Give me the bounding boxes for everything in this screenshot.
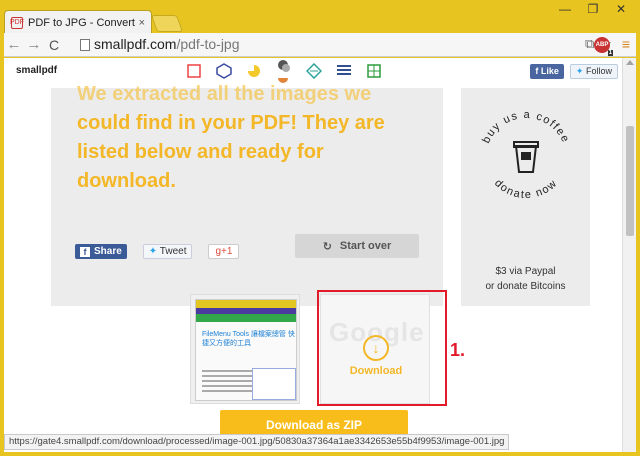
twitter-icon: ✦ — [148, 246, 158, 257]
coffee-ring-top: buy us a coffee — [480, 109, 570, 145]
minimize-button[interactable]: — — [556, 2, 574, 16]
url-text[interactable]: smallpdf.com/pdf-to-jpg — [94, 36, 240, 52]
highlight-box — [317, 290, 447, 406]
abp-badge: 1 — [607, 50, 613, 56]
chrome-menu-icon[interactable]: ≡ — [622, 36, 630, 52]
new-tab-button[interactable] — [150, 15, 184, 32]
tool-icons — [184, 60, 384, 83]
refresh-icon: ↻ — [322, 240, 332, 253]
smallpdf-logo[interactable]: smallpdf — [16, 65, 57, 76]
browser-toolbar: ← → C smallpdf.com/pdf-to-jpg ⧉ ☆ ABP 1 ≡ — [4, 33, 636, 57]
grid-tool-icon[interactable] — [364, 62, 384, 80]
page-viewport: smallpdf f Like ✦ Follow We extracted al… — [4, 58, 622, 452]
thumbnail-1-title: FileMenu Tools 讓檔案總管 快捷又方便的工具 — [202, 331, 295, 347]
browser-window: PDF PDF to JPG - Convert yo × — ❐ ✕ ← → … — [0, 0, 640, 456]
tweet-button[interactable]: ✦ Tweet — [142, 244, 193, 259]
step-annotation: 1. — [450, 340, 466, 360]
twitter-bird-icon: ✦ — [575, 66, 584, 76]
result-card: We extracted all the images we could fin… — [51, 83, 443, 306]
start-over-label: Start over — [339, 240, 392, 252]
headline-faded-line: We extracted all the images we — [77, 83, 372, 105]
text-tool-icon[interactable] — [334, 62, 354, 80]
url-host: smallpdf.com — [94, 36, 177, 52]
coffee-donation-card[interactable]: buy us a coffee donate now $3 via Paypal… — [461, 88, 590, 306]
pdf-favicon-icon: PDF — [10, 16, 24, 29]
back-button[interactable]: ← — [4, 36, 24, 53]
tweet-label: Tweet — [159, 246, 187, 257]
adblock-extension[interactable]: ABP 1 — [594, 37, 613, 56]
merge-tool-icon[interactable] — [244, 62, 264, 80]
thumbnail-1-preview: FileMenu Tools 讓檔案總管 快捷又方便的工具 — [195, 299, 297, 401]
status-bar-url: https://gate4.smallpdf.com/download/proc… — [4, 434, 510, 450]
scroll-up-icon[interactable] — [626, 60, 634, 65]
maximize-button[interactable]: ❐ — [584, 2, 602, 16]
result-headline: We extracted all the images we could fin… — [77, 80, 397, 196]
split-tool-icon[interactable] — [274, 60, 294, 83]
adblock-icon[interactable]: ABP 1 — [594, 37, 613, 56]
start-over-button[interactable]: ↻ Start over — [295, 234, 419, 258]
follow-label: Follow — [585, 66, 612, 76]
bitcoin-line: or donate Bitcoins — [485, 281, 566, 292]
coffee-cup-icon: buy us a coffee donate now — [480, 109, 572, 201]
url-path: /pdf-to-jpg — [176, 36, 240, 52]
compress-tool-icon[interactable] — [214, 62, 234, 80]
image-thumbnail-1[interactable]: FileMenu Tools 讓檔案總管 快捷又方便的工具 — [190, 294, 300, 404]
reload-button[interactable]: C — [44, 37, 64, 53]
social-top: f Like ✦ Follow — [530, 64, 618, 79]
vertical-scrollbar[interactable] — [622, 58, 636, 452]
coffee-caption: $3 via Paypal or donate Bitcoins — [461, 264, 590, 294]
coffee-ring-bottom: donate now — [492, 177, 558, 201]
pdf-tool-icon[interactable] — [184, 62, 204, 80]
paypal-line: $3 via Paypal — [495, 266, 556, 277]
facebook-share-button[interactable]: f Share — [75, 244, 127, 259]
convert-tool-icon[interactable] — [304, 62, 324, 80]
address-bar[interactable]: smallpdf.com/pdf-to-jpg ⧉ ☆ — [76, 35, 616, 55]
scrollbar-thumb[interactable] — [626, 126, 634, 236]
headline-text: could find in your PDF! They are listed … — [77, 112, 385, 192]
close-window-button[interactable]: ✕ — [612, 2, 630, 16]
google-plus-button[interactable]: g+1 — [208, 244, 240, 259]
page-icon — [80, 39, 90, 51]
forward-button[interactable]: → — [24, 36, 44, 53]
svg-text:buy us a coffee: buy us a coffee — [480, 109, 572, 145]
facebook-like-button[interactable]: f Like — [530, 64, 564, 79]
twitter-follow-button[interactable]: ✦ Follow — [569, 64, 618, 79]
tab-close-icon[interactable]: × — [139, 17, 145, 29]
abp-label: ABP — [595, 42, 609, 48]
browser-tab[interactable]: PDF PDF to JPG - Convert yo × — [4, 10, 152, 34]
facebook-icon: f — [80, 246, 90, 257]
tab-title: PDF to JPG - Convert yo — [28, 16, 135, 29]
svg-text:donate now: donate now — [492, 177, 560, 201]
translate-icon[interactable]: ⧉ — [585, 36, 594, 52]
share-label: Share — [94, 246, 122, 257]
share-row: f Share ✦ Tweet g+1 — [75, 244, 240, 259]
window-controls: — ❐ ✕ — [556, 2, 630, 16]
